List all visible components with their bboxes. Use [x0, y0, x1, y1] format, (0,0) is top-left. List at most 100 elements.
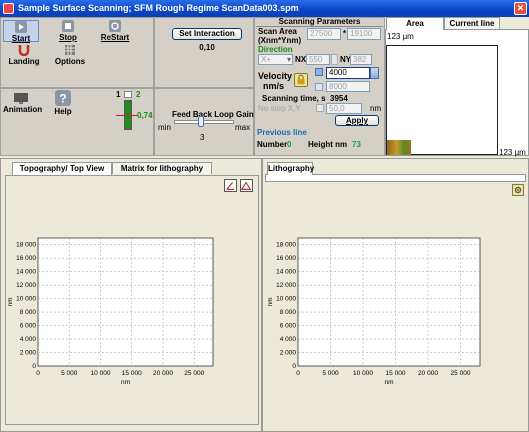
tab-current-line[interactable]: Current line	[444, 17, 500, 29]
indicator-label-1: 1	[116, 90, 121, 99]
landing-button[interactable]: Landing	[8, 44, 40, 66]
x-tick-label: 10 000	[91, 370, 111, 377]
direction-label: Direction	[258, 45, 293, 54]
y-tick-label: 2 000	[280, 350, 297, 357]
tab-topography[interactable]: Topography/ Top View	[12, 162, 112, 175]
magnet-icon	[18, 45, 30, 56]
lock-icon	[297, 74, 305, 85]
velocity-input[interactable]: 4000	[326, 67, 370, 79]
lithography-settings-button[interactable]	[512, 184, 524, 196]
mountain-icon	[240, 181, 252, 190]
y-tick-label: 6 000	[20, 323, 37, 330]
velocity-label-1: Velocity	[258, 71, 293, 81]
scan-area-y-input[interactable]: 19100	[347, 28, 381, 40]
options-label: Options	[54, 57, 86, 66]
x-tick-label: 25 000	[451, 370, 471, 377]
profile-tool-button[interactable]	[240, 179, 253, 192]
velocity-radio-2[interactable]	[315, 83, 323, 91]
y-tick-label: 6 000	[280, 323, 297, 330]
stop-icon	[62, 20, 74, 32]
area-frame	[386, 45, 498, 155]
indicator-value: 0,74	[137, 111, 153, 120]
nostep-unit: nm	[370, 104, 382, 113]
area-scan-preview	[387, 140, 411, 155]
lithography-chart[interactable]: 0 5 000 10 000 15 000 20 000 25 000 0 2 000 4 00…	[266, 232, 488, 392]
options-button[interactable]: Options	[54, 44, 86, 66]
nx-spinner[interactable]	[331, 54, 338, 65]
y-tick-label: 4 000	[20, 336, 37, 343]
previous-height-label: Height nm	[308, 140, 348, 149]
x-tick-label: 15 000	[122, 370, 142, 377]
help-icon: ?	[55, 90, 71, 106]
restart-button[interactable]: ReStart	[95, 20, 135, 42]
y-tick-label: 14 000	[16, 269, 36, 276]
feedback-min-label: min	[158, 123, 171, 132]
feedback-label: Feed Back Loop Gain	[172, 110, 254, 119]
play-icon	[15, 21, 27, 33]
velocity-input-2[interactable]: 8000	[326, 81, 370, 92]
previous-height-value: 73	[352, 140, 361, 149]
indicator-checkbox[interactable]	[124, 91, 132, 98]
previous-number-label: Number	[257, 140, 288, 149]
x-axis-label: nm	[121, 379, 130, 386]
indicator-label-2: 2	[136, 90, 141, 99]
x-tick-label: 0	[296, 370, 300, 377]
animation-label: Animation	[3, 105, 43, 114]
velocity-spinner[interactable]	[370, 67, 379, 79]
animation-button[interactable]: Animation	[3, 92, 43, 118]
y-tick-label: 0	[292, 363, 296, 370]
y-tick-label: 8 000	[20, 309, 37, 316]
y-tick-label: 0	[32, 363, 36, 370]
tab-lithography[interactable]: Lithography	[267, 162, 314, 175]
tab-area[interactable]: Area	[386, 17, 444, 30]
topography-chart[interactable]: 0 5 000 10 000 15 000 20 000 25 000 0 2 000 4 00…	[6, 232, 220, 392]
x-tick-label: 25 000	[184, 370, 204, 377]
direction-select[interactable]: X+ ▾	[258, 54, 293, 65]
area-top-label: 123 µm	[387, 32, 414, 41]
y-tick-label: 2 000	[20, 350, 37, 357]
feedback-slider-thumb[interactable]	[198, 116, 204, 127]
app-icon	[3, 3, 14, 14]
feedback-value: 3	[200, 133, 205, 142]
x-tick-label: 20 000	[153, 370, 173, 377]
y-tick-label: 10 000	[276, 296, 296, 303]
scan-area-x-input[interactable]: 27500	[307, 28, 341, 40]
measure-tool-button[interactable]	[224, 179, 237, 192]
y-tick-label: 18 000	[276, 242, 296, 249]
nostep-checkbox[interactable]	[316, 104, 324, 112]
landing-label: Landing	[8, 57, 40, 66]
nx-label: NX	[295, 55, 307, 64]
restart-label: ReStart	[100, 33, 130, 42]
y-axis-label: nm	[7, 297, 14, 306]
nostep-label: No step X,Y	[258, 104, 301, 113]
ny-input[interactable]: 382	[350, 54, 372, 65]
y-tick-label: 18 000	[16, 242, 36, 249]
scanning-time-value: 3954	[330, 94, 348, 103]
lock-button[interactable]	[294, 73, 308, 87]
plot-area	[37, 237, 214, 367]
y-tick-label: 4 000	[280, 336, 297, 343]
tab-matrix-lithography[interactable]: Matrix for lithography	[112, 162, 212, 174]
y-tick-label: 16 000	[16, 255, 36, 262]
plot-area	[297, 237, 481, 367]
nostep-input[interactable]: 50,0	[326, 103, 362, 114]
y-tick-label: 10 000	[16, 296, 36, 303]
scan-params-header: Scanning Parameters	[256, 17, 383, 27]
direction-value: X+	[261, 55, 272, 64]
feedback-slider-track[interactable]	[174, 120, 234, 124]
window-title: Sample Surface Scanning; SFM Rough Regim…	[18, 3, 299, 13]
stop-button[interactable]: Stop	[48, 20, 88, 42]
y-tick-label: 16 000	[276, 255, 296, 262]
set-interaction-button[interactable]: Set Interaction	[172, 28, 242, 40]
nx-input[interactable]: 550	[306, 54, 330, 65]
svg-text:?: ?	[59, 92, 66, 106]
x-tick-label: 0	[36, 370, 40, 377]
interaction-value: 0,10	[199, 43, 215, 52]
scanning-time-label: Scanning time, s	[262, 94, 326, 103]
screen-icon	[14, 93, 28, 104]
close-button[interactable]: ✕	[514, 2, 527, 15]
help-button[interactable]: ? Help	[48, 90, 78, 118]
velocity-radio-1[interactable]	[315, 68, 323, 76]
apply-button[interactable]: Apply	[335, 115, 379, 126]
start-button[interactable]: Start	[3, 20, 39, 43]
